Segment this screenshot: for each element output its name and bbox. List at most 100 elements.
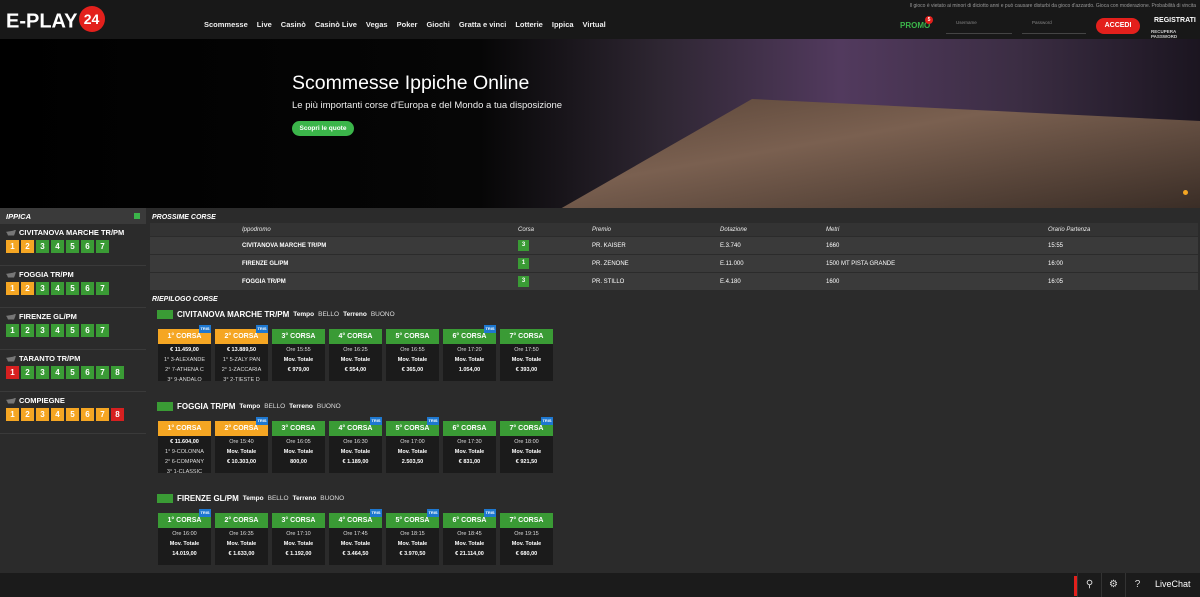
nav-item-virtual[interactable]: Virtual	[583, 20, 606, 29]
race-square[interactable]: 1	[6, 366, 19, 379]
sidebar-venue[interactable]: COMPIEGNE 1 2 3 4 5 6 7 8	[0, 392, 146, 434]
hero-cta-button[interactable]: Scopri le quote	[292, 121, 354, 136]
sidebar-venue[interactable]: FIRENZE GL/PM 1 2 3 4 5 6 7	[0, 308, 146, 350]
nav-item-ippica[interactable]: Ippica	[552, 20, 574, 29]
race-square[interactable]: 2	[21, 282, 34, 295]
race-card[interactable]: 1° CORSA TRIS € 11.459,00 1° 3-ALEXANDE 2° 7…	[158, 325, 211, 383]
password-field[interactable]: Password	[1022, 19, 1086, 34]
race-card[interactable]: 3° CORSA Ore 16:05 Mov. Totale 800,00	[272, 421, 325, 473]
race-card-label[interactable]: 7° CORSA	[500, 329, 553, 344]
livechat-button[interactable]: LiveChat	[1155, 579, 1191, 589]
race-card[interactable]: 6° CORSA Ore 17:30 Mov. Totale € 831,00	[443, 421, 496, 473]
race-card-label[interactable]: 6° CORSA	[443, 421, 496, 436]
race-card-label[interactable]: 7° CORSA	[500, 513, 553, 528]
race-card-label[interactable]: 2° CORSA	[215, 513, 268, 528]
race-square[interactable]: 1	[6, 408, 19, 421]
help-icon[interactable]: ?	[1125, 573, 1149, 597]
race-card[interactable]: 2° CORSA TRIS € 13.889,50 1° 5-ZALY PAN 2° 1…	[215, 325, 268, 383]
table-row[interactable]: CIVITANOVA MARCHE TR/PM 3 PR. KAISER E.3.74…	[150, 237, 1198, 255]
race-square[interactable]: 2	[21, 408, 34, 421]
race-card[interactable]: 7° CORSA TRIS Ore 18:00 Mov. Totale € 921,50	[500, 417, 553, 473]
race-square[interactable]: 3	[36, 240, 49, 253]
nav-item-live[interactable]: Live	[257, 20, 272, 29]
corsa-badge[interactable]: 3	[518, 276, 529, 287]
race-square[interactable]: 6	[81, 240, 94, 253]
table-row[interactable]: FOGGIA TR/PM 3 PR. STILLO E.4.180 1600 16:05	[150, 273, 1198, 291]
race-square[interactable]: 6	[81, 366, 94, 379]
race-card[interactable]: 1° CORSA € 11.604,00 1° 9-COLONNA 2° 6-COMP…	[158, 421, 211, 475]
race-card[interactable]: 5° CORSA TRIS Ore 18:15 Mov. Totale € 3.970,…	[386, 509, 439, 565]
race-card[interactable]: 1° CORSA TRIS Ore 16:00 Mov. Totale 14.019,0…	[158, 509, 211, 565]
recover-password-link[interactable]: RECUPERA PASSWORD	[1151, 29, 1200, 39]
race-card-label[interactable]: 1° CORSA	[158, 421, 211, 436]
login-button[interactable]: ACCEDI	[1096, 18, 1140, 34]
nav-item-giochi[interactable]: Giochi	[426, 20, 449, 29]
race-square[interactable]: 8	[111, 408, 124, 421]
race-square[interactable]: 3	[36, 282, 49, 295]
race-square[interactable]: 1	[6, 282, 19, 295]
race-square[interactable]: 5	[66, 408, 79, 421]
race-card-label[interactable]: 3° CORSA	[272, 329, 325, 344]
race-card-label[interactable]: 5° CORSA	[386, 329, 439, 344]
nav-item-lotterie[interactable]: Lotterie	[515, 20, 543, 29]
race-square[interactable]: 6	[81, 408, 94, 421]
race-square[interactable]: 5	[66, 282, 79, 295]
settings-icon[interactable]: ⚙	[1101, 573, 1125, 597]
table-row[interactable]: FIRENZE GL/PM 1 PR. ZENONE E.11.000 1500 MT …	[150, 255, 1198, 273]
logo[interactable]: E-PLAY 24	[6, 6, 105, 35]
race-card[interactable]: 5° CORSA TRIS Ore 17:00 Mov. Totale 2.503,50	[386, 417, 439, 473]
race-square[interactable]: 5	[66, 240, 79, 253]
race-square[interactable]: 1	[6, 324, 19, 337]
race-square[interactable]: 6	[81, 324, 94, 337]
race-card[interactable]: 2° CORSA Ore 16:35 Mov. Totale € 1.633,00	[215, 513, 268, 565]
race-square[interactable]: 1	[6, 240, 19, 253]
race-card[interactable]: 2° CORSA TRIS Ore 15:40 Mov. Totale € 10.303…	[215, 417, 268, 473]
race-card[interactable]: 3° CORSA Ore 17:10 Mov. Totale € 1.192,00	[272, 513, 325, 565]
race-card[interactable]: 7° CORSA Ore 17:50 Mov. Totale € 393,00	[500, 329, 553, 381]
race-square[interactable]: 6	[81, 282, 94, 295]
race-card-label[interactable]: 3° CORSA	[272, 513, 325, 528]
race-card-label[interactable]: 3° CORSA	[272, 421, 325, 436]
sidebar-venue[interactable]: FOGGIA TR/PM 1 2 3 4 5 6 7	[0, 266, 146, 308]
race-square[interactable]: 4	[51, 282, 64, 295]
nav-item-gratta-e-vinci[interactable]: Gratta e vinci	[459, 20, 507, 29]
race-square[interactable]: 3	[36, 324, 49, 337]
corsa-badge[interactable]: 1	[518, 258, 529, 269]
nav-item-scommesse[interactable]: Scommesse	[204, 20, 248, 29]
carousel-dot[interactable]	[1183, 190, 1188, 195]
race-square[interactable]: 4	[51, 324, 64, 337]
race-card[interactable]: 4° CORSA Ore 16:25 Mov. Totale € 554,00	[329, 329, 382, 381]
race-card[interactable]: 4° CORSA TRIS Ore 17:45 Mov. Totale € 3.464,…	[329, 509, 382, 565]
search-icon[interactable]: ⚲	[1077, 573, 1101, 597]
nav-item-vegas[interactable]: Vegas	[366, 20, 388, 29]
race-square[interactable]: 2	[21, 324, 34, 337]
race-card[interactable]: 7° CORSA Ore 19:15 Mov. Totale € 680,00	[500, 513, 553, 565]
race-square[interactable]: 7	[96, 282, 109, 295]
race-square[interactable]: 5	[66, 324, 79, 337]
race-square[interactable]: 7	[96, 324, 109, 337]
race-square[interactable]: 5	[66, 366, 79, 379]
sidebar-venue[interactable]: TARANTO TR/PM 1 2 3 4 5 6 7 8	[0, 350, 146, 392]
race-card[interactable]: 3° CORSA Ore 15:55 Mov. Totale € 979,00	[272, 329, 325, 381]
race-square[interactable]: 4	[51, 240, 64, 253]
username-field[interactable]: Username	[946, 19, 1012, 34]
race-square[interactable]: 2	[21, 240, 34, 253]
race-square[interactable]: 3	[36, 408, 49, 421]
race-square[interactable]: 3	[36, 366, 49, 379]
promo-link[interactable]: PROMO 5	[900, 16, 933, 30]
register-link[interactable]: REGISTRATI	[1154, 17, 1196, 24]
corsa-badge[interactable]: 3	[518, 240, 529, 251]
sidebar-venue[interactable]: CIVITANOVA MARCHE TR/PM 1 2 3 4 5 6 7	[0, 224, 146, 266]
race-square[interactable]: 7	[96, 366, 109, 379]
race-square[interactable]: 8	[111, 366, 124, 379]
race-card[interactable]: 5° CORSA Ore 16:55 Mov. Totale € 365,00	[386, 329, 439, 381]
race-square[interactable]: 4	[51, 408, 64, 421]
nav-item-poker[interactable]: Poker	[397, 20, 418, 29]
race-card[interactable]: 6° CORSA TRIS Ore 18:45 Mov. Totale € 21.114…	[443, 509, 496, 565]
race-square[interactable]: 4	[51, 366, 64, 379]
race-card-label[interactable]: 4° CORSA	[329, 329, 382, 344]
race-square[interactable]: 7	[96, 408, 109, 421]
race-square[interactable]: 7	[96, 240, 109, 253]
race-card[interactable]: 4° CORSA TRIS Ore 16:30 Mov. Totale € 1.189,…	[329, 417, 382, 473]
nav-item-casino[interactable]: Casinò	[281, 20, 306, 29]
